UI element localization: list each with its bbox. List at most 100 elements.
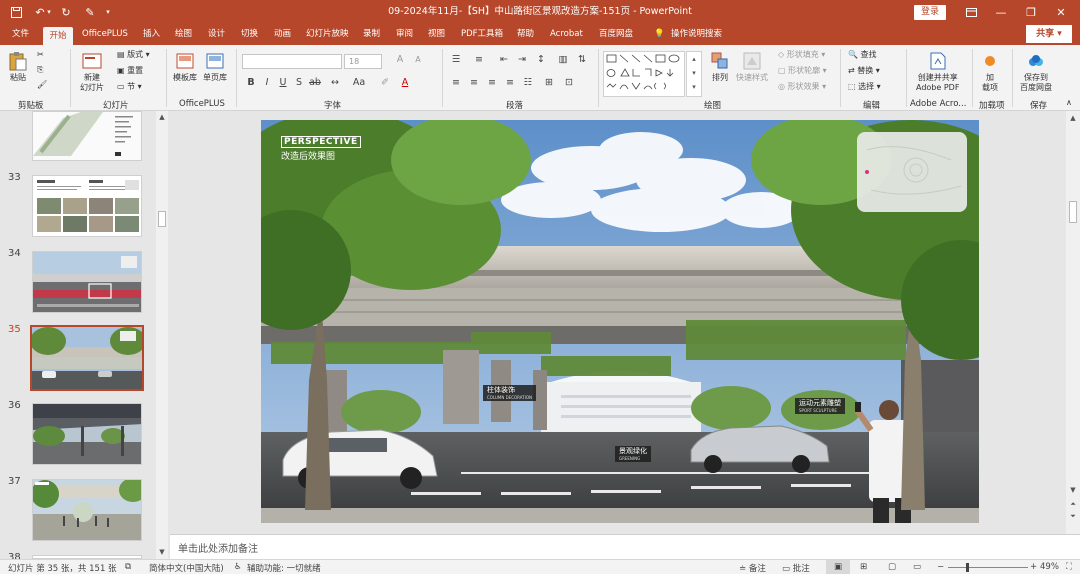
tell-me-search[interactable]: 操作说明搜索 xyxy=(668,24,725,45)
zoom-slider-thumb[interactable] xyxy=(966,563,969,572)
language-indicator[interactable]: 简体中文(中国大陆) xyxy=(149,562,224,574)
align-left-icon[interactable]: ≡ xyxy=(449,76,463,90)
layout-button[interactable]: ▤ 版式 ▾ xyxy=(117,49,150,61)
zoom-slider[interactable] xyxy=(948,567,1028,568)
italic-icon[interactable]: I xyxy=(260,76,274,90)
scroll-down-icon[interactable]: ▼ xyxy=(157,547,167,557)
tab-file[interactable]: 文件 xyxy=(9,24,32,45)
slide-scroll-thumb[interactable] xyxy=(1069,201,1077,223)
redo-icon[interactable]: ↻ xyxy=(56,0,76,24)
align-right-icon[interactable]: ≡ xyxy=(485,76,499,90)
scroll-up-icon[interactable]: ▲ xyxy=(157,112,167,122)
tab-view[interactable]: 视图 xyxy=(425,24,448,45)
thumbnail-scroll-thumb[interactable] xyxy=(158,211,166,227)
replace-button[interactable]: ⇄ 替换 ▾ xyxy=(848,65,880,77)
align-text-icon[interactable]: ⊞ xyxy=(542,76,556,90)
zoom-in-icon[interactable]: + xyxy=(1030,562,1037,572)
tab-draw[interactable]: 绘图 xyxy=(172,24,195,45)
slide-thumbnail[interactable] xyxy=(32,175,142,237)
shape-outline-button[interactable]: ▢ 形状轮廓 ▾ xyxy=(778,65,827,77)
tab-review[interactable]: 审阅 xyxy=(393,24,416,45)
underline-icon[interactable]: U xyxy=(276,76,290,90)
slide-thumbnail[interactable] xyxy=(32,251,142,313)
shapes-gallery-more[interactable]: ▴ ▾ ▾ xyxy=(686,51,702,97)
zoom-out-icon[interactable]: − xyxy=(937,562,944,572)
font-name-input[interactable] xyxy=(242,54,342,69)
slide-thumbnail-active[interactable] xyxy=(30,325,144,391)
slide-thumbnail[interactable] xyxy=(32,479,142,541)
tab-insert[interactable]: 插入 xyxy=(140,24,163,45)
notes-toggle-button[interactable]: ≐ 备注 xyxy=(739,562,766,574)
create-adobe-pdf-button[interactable]: 创建并共享 Adobe PDF xyxy=(916,51,959,93)
comments-toggle-button[interactable]: ▭ 批注 xyxy=(782,562,810,574)
change-case-icon[interactable]: Aa xyxy=(352,76,366,90)
spell-check-icon[interactable]: ⧉ xyxy=(125,562,131,572)
scroll-down-icon[interactable]: ▼ xyxy=(1068,485,1078,495)
shape-fill-button[interactable]: ◇ 形状填充 ▾ xyxy=(778,49,825,61)
previous-slide-icon[interactable]: ⏶ xyxy=(1068,499,1078,509)
tab-animations[interactable]: 动画 xyxy=(271,24,294,45)
single-page-library-button[interactable]: 单页库 xyxy=(203,51,227,83)
tab-transitions[interactable]: 切换 xyxy=(238,24,261,45)
increase-font-size-icon[interactable]: A xyxy=(393,53,407,67)
template-library-button[interactable]: 模板库 xyxy=(173,51,197,83)
normal-view-icon[interactable]: ▣ xyxy=(826,560,850,574)
customize-quick-access-icon[interactable]: ▾ xyxy=(98,0,118,24)
reset-button[interactable]: ▣ 重置 xyxy=(117,65,143,77)
find-button[interactable]: 🔍 查找 xyxy=(848,49,877,61)
notes-placeholder[interactable]: 单击此处添加备注 xyxy=(178,540,258,555)
decrease-indent-icon[interactable]: ⇤ xyxy=(497,53,511,67)
character-spacing-icon[interactable]: ↔ xyxy=(328,76,342,90)
section-button[interactable]: ▭ 节 ▾ xyxy=(117,81,142,93)
columns-icon[interactable]: ▥ xyxy=(556,53,570,67)
shapes-gallery[interactable] xyxy=(603,51,685,97)
copy-icon[interactable]: ⎘ xyxy=(37,64,43,76)
smartart-icon[interactable]: ⊡ xyxy=(562,76,576,90)
format-painter-icon[interactable]: ✎ xyxy=(80,0,100,24)
zoom-level[interactable]: 49% xyxy=(1040,562,1059,572)
save-to-baidu-button[interactable]: 保存到 百度网盘 xyxy=(1020,51,1052,93)
thumbnail-scrollbar[interactable]: ▲ ▼ xyxy=(156,111,168,559)
slide-thumbnail[interactable] xyxy=(32,403,142,465)
notes-pane[interactable]: 单击此处添加备注 xyxy=(170,534,1080,559)
line-spacing-icon[interactable]: ↕ xyxy=(534,53,548,67)
tab-slideshow[interactable]: 幻灯片放映 xyxy=(303,24,352,45)
share-button[interactable]: 共享 ▾ xyxy=(1026,25,1072,43)
tab-officeplus[interactable]: OfficePLUS xyxy=(79,24,131,45)
undo-dropdown-icon[interactable]: ▾ xyxy=(44,0,54,24)
save-icon[interactable] xyxy=(6,0,26,24)
slide-sorter-view-icon[interactable]: ⊞ xyxy=(860,562,867,572)
add-ins-button[interactable]: 加 载项 xyxy=(980,51,1000,93)
tab-design[interactable]: 设计 xyxy=(205,24,228,45)
login-button[interactable]: 登录 xyxy=(914,5,946,20)
ribbon-display-options-icon[interactable] xyxy=(956,0,986,24)
arrange-button[interactable]: 排列 xyxy=(710,51,730,83)
close-icon[interactable]: ✕ xyxy=(1046,0,1076,24)
shape-effects-button[interactable]: ◎ 形状效果 ▾ xyxy=(778,81,826,93)
tab-help[interactable]: 帮助 xyxy=(514,24,537,45)
font-size-input[interactable]: 18 xyxy=(344,54,382,69)
format-painter-button-icon[interactable]: 🖌 xyxy=(37,79,47,91)
tab-acrobat[interactable]: Acrobat xyxy=(547,24,586,45)
font-color-icon[interactable]: A xyxy=(398,76,412,90)
restore-icon[interactable]: ❐ xyxy=(1016,0,1046,24)
distributed-icon[interactable]: ☷ xyxy=(521,76,535,90)
tab-baidu-netdisk[interactable]: 百度网盘 xyxy=(596,24,636,45)
quick-styles-button[interactable]: 快速样式 xyxy=(736,51,768,83)
align-center-icon[interactable]: ≡ xyxy=(467,76,481,90)
highlight-icon[interactable]: ✐ xyxy=(378,76,392,90)
tab-pdf-toolbox[interactable]: PDF工具箱 xyxy=(458,24,506,45)
accessibility-icon[interactable]: ♿ xyxy=(234,562,242,572)
reading-view-icon[interactable]: ▢ xyxy=(888,562,896,572)
new-slide-button[interactable]: 新建 幻灯片 xyxy=(80,51,104,93)
shadow-icon[interactable]: S xyxy=(292,76,306,90)
strikethrough-icon[interactable]: ab xyxy=(308,76,322,90)
numbering-icon[interactable]: ≡ xyxy=(472,53,486,67)
increase-indent-icon[interactable]: ⇥ xyxy=(515,53,529,67)
bold-icon[interactable]: B xyxy=(244,76,258,90)
next-slide-icon[interactable]: ⏷ xyxy=(1068,511,1078,521)
text-direction-icon[interactable]: ⇅ xyxy=(575,53,589,67)
tab-home[interactable]: 开始 xyxy=(43,27,73,45)
current-slide[interactable]: PERSPECTIVE 改造后效果图 柱体装饰 COLUMN DECORATIO… xyxy=(261,120,979,523)
decrease-font-size-icon[interactable]: A xyxy=(411,53,425,67)
